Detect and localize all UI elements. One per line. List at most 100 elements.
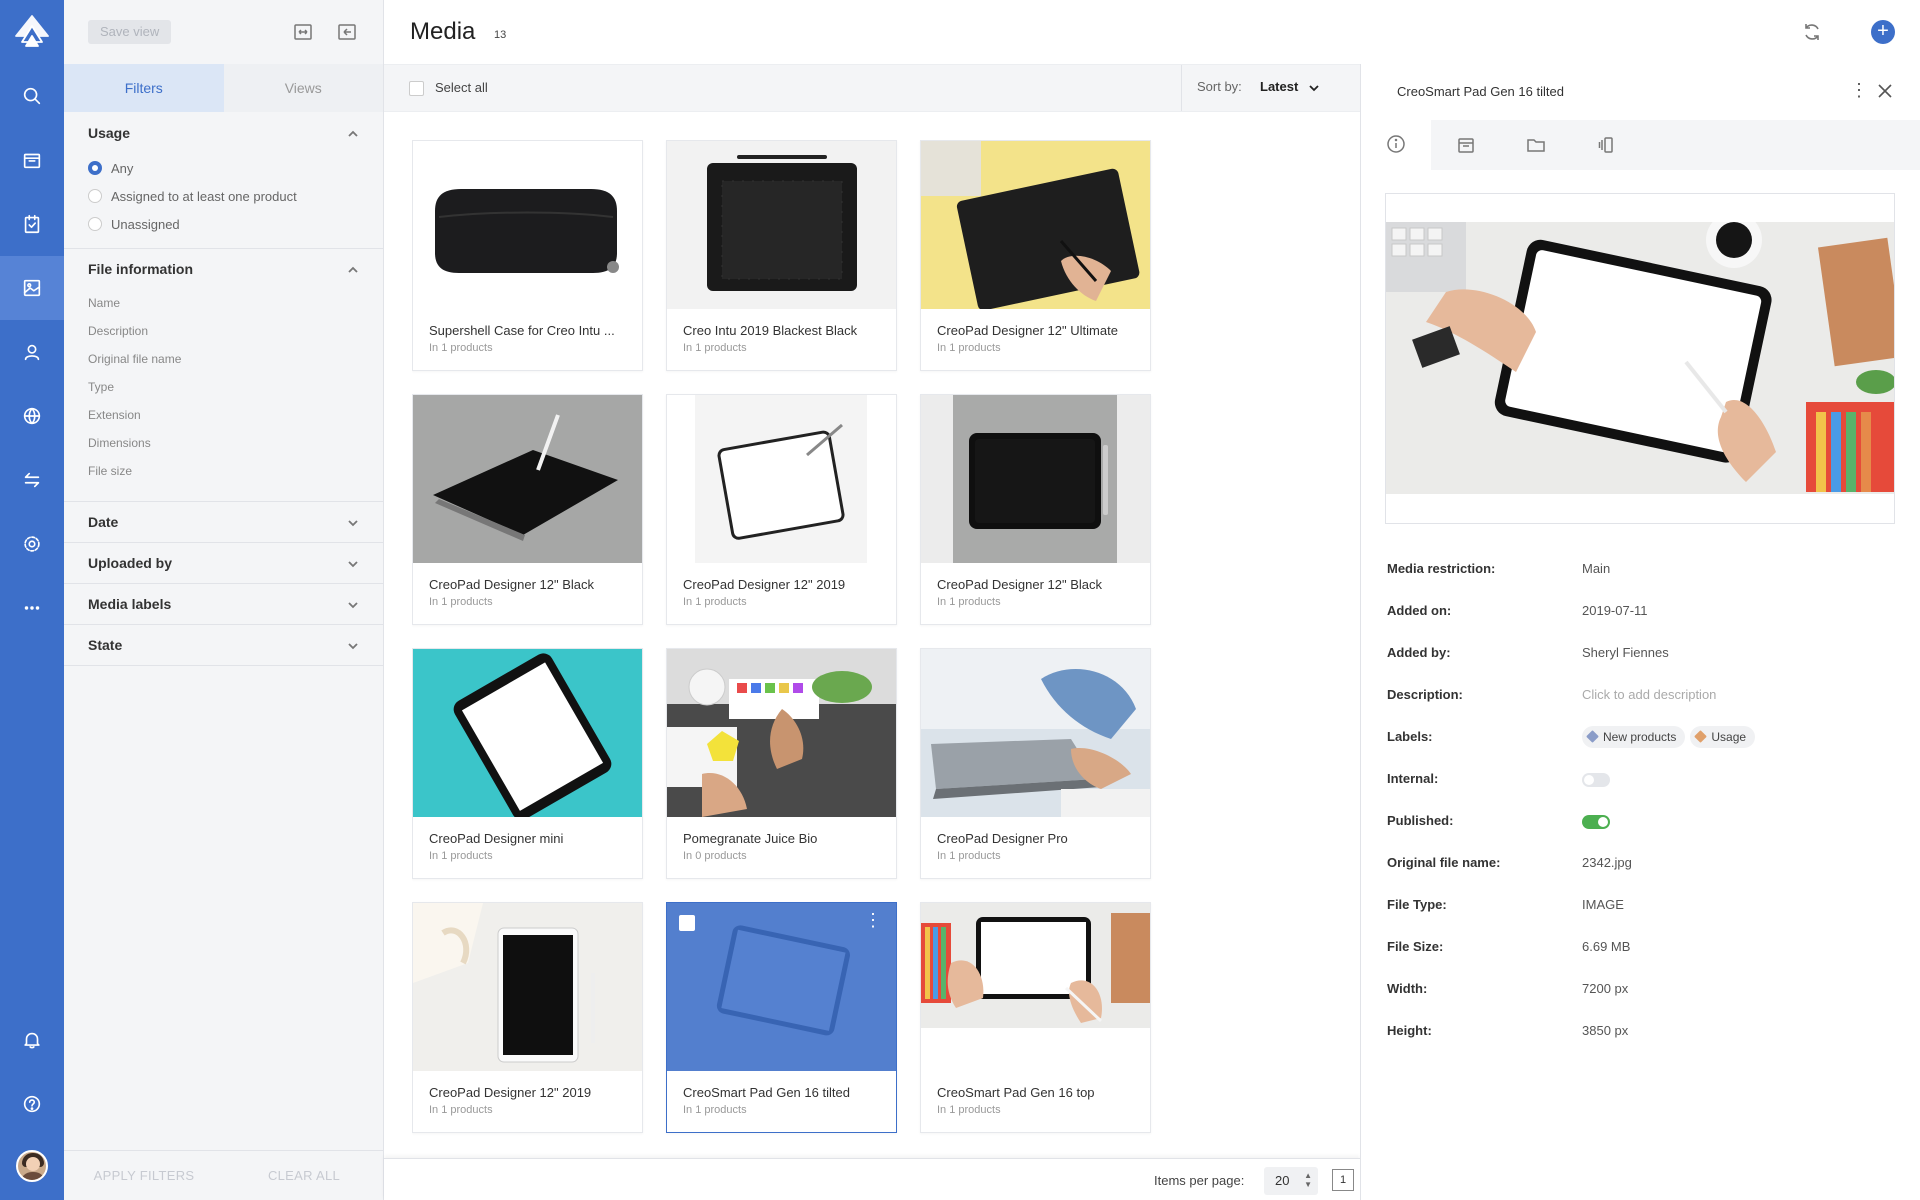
items-per-page-label: Items per page: <box>1154 1173 1245 1188</box>
select-all-checkbox[interactable] <box>409 81 424 96</box>
media-card[interactable]: CreoPad Designer Pro In 1 products <box>920 648 1151 879</box>
select-all-label[interactable]: Select all <box>435 80 488 95</box>
media-thumbnail[interactable] <box>921 395 1150 563</box>
media-card[interactable]: CreoPad Designer mini In 1 products <box>412 648 643 879</box>
media-card[interactable]: CreoPad Designer 12" Ultimate In 1 produc… <box>920 140 1151 371</box>
kebab-menu-icon[interactable]: ⋮ <box>1850 80 1868 101</box>
app-logo-icon[interactable] <box>12 12 52 52</box>
rail-tasks-icon[interactable] <box>0 192 64 256</box>
media-card[interactable]: CreoPad Designer 12" 2019 In 1 products <box>412 902 643 1133</box>
clear-all-button[interactable]: CLEAR ALL <box>224 1151 384 1200</box>
media-card-name: CreoPad Designer 12" Black <box>429 577 595 592</box>
media-thumbnail[interactable] <box>413 395 642 563</box>
file-field-size[interactable]: File size <box>64 457 383 485</box>
media-thumbnail[interactable] <box>413 649 642 817</box>
state-header[interactable]: State <box>64 625 383 665</box>
rail-globe-icon[interactable] <box>0 384 64 448</box>
rail-bell-icon[interactable] <box>0 1008 64 1072</box>
property-value: Sheryl Fiennes <box>1582 645 1669 660</box>
usage-option-assigned[interactable]: Assigned to at least one product <box>64 182 383 210</box>
expand-width-icon[interactable] <box>293 22 313 42</box>
sort-dropdown[interactable]: Latest <box>1260 79 1298 94</box>
rail-users-icon[interactable] <box>0 320 64 384</box>
file-information-header[interactable]: File information <box>64 249 383 289</box>
media-card[interactable]: CreoPad Designer 12" Black In 1 products <box>412 394 643 625</box>
media-thumbnail[interactable] <box>921 649 1150 817</box>
media-card[interactable]: CreoPad Designer 12" Black In 1 products <box>920 394 1151 625</box>
rail-more-icon[interactable] <box>0 576 64 640</box>
media-card-name: CreoPad Designer 12" 2019 <box>683 577 846 592</box>
media-card[interactable]: Pomegranate Juice Bio In 0 products <box>666 648 897 879</box>
tab-filters[interactable]: Filters <box>64 64 224 112</box>
radio-assigned[interactable] <box>88 189 102 203</box>
property-row: Width: 7200 px <box>1387 981 1628 996</box>
items-per-page-value: 20 <box>1275 1173 1290 1188</box>
apply-filters-button[interactable]: APPLY FILTERS <box>64 1151 224 1200</box>
labels-list: New products Usage <box>1582 726 1760 751</box>
tab-folder-icon[interactable] <box>1501 120 1571 170</box>
radio-any[interactable] <box>88 161 102 175</box>
page-number-button[interactable]: 1 <box>1332 1169 1354 1191</box>
label-chip[interactable]: Usage <box>1690 726 1756 748</box>
media-card[interactable]: CreoSmart Pad Gen 16 top In 1 products <box>920 902 1151 1133</box>
file-field-original-name[interactable]: Original file name <box>64 345 383 373</box>
media-card[interactable]: Supershell Case for Creo Intu ... In 1 pr… <box>412 140 643 371</box>
rail-transfer-icon[interactable] <box>0 448 64 512</box>
published-toggle[interactable] <box>1582 815 1610 829</box>
user-avatar[interactable] <box>16 1150 48 1182</box>
close-icon[interactable] <box>1876 82 1894 105</box>
tab-products-icon[interactable] <box>1431 120 1501 170</box>
media-card[interactable]: CreoPad Designer 12" 2019 In 1 products <box>666 394 897 625</box>
media-thumbnail[interactable] <box>667 141 896 309</box>
media-thumbnail[interactable] <box>413 141 642 309</box>
media-card[interactable]: ⋮ CreoSmart Pad Gen 16 tilted In 1 product… <box>666 902 897 1133</box>
rail-search-icon[interactable] <box>0 64 64 128</box>
media-thumbnail[interactable] <box>921 903 1150 1071</box>
file-field-type[interactable]: Type <box>64 373 383 401</box>
collapse-panel-icon[interactable] <box>337 22 357 42</box>
media-card-name: CreoPad Designer 12" 2019 <box>429 1085 592 1100</box>
property-row: Added on: 2019-07-11 <box>1387 603 1648 618</box>
items-per-page-select[interactable]: 20 ▲ ▼ <box>1264 1167 1318 1195</box>
selection-overlay <box>667 903 896 1071</box>
chevron-down-icon <box>347 639 359 651</box>
add-media-button[interactable]: + <box>1871 20 1895 44</box>
property-row: File Type: IMAGE <box>1387 897 1624 912</box>
file-field-dimensions[interactable]: Dimensions <box>64 429 383 457</box>
description-editable[interactable]: Click to add description <box>1582 687 1716 702</box>
usage-option-label: Unassigned <box>111 216 180 232</box>
tab-variants-icon[interactable] <box>1571 120 1641 170</box>
usage-option-unassigned[interactable]: Unassigned <box>64 210 383 238</box>
rail-media-icon[interactable] <box>0 256 64 320</box>
media-labels-header[interactable]: Media labels <box>64 584 383 624</box>
card-checkbox[interactable] <box>679 915 695 931</box>
media-thumbnail[interactable]: ⋮ <box>667 903 896 1071</box>
refresh-icon[interactable] <box>1800 20 1824 49</box>
media-card-usage: In 1 products <box>683 342 747 354</box>
property-key: Added by: <box>1387 645 1451 660</box>
file-field-extension[interactable]: Extension <box>64 401 383 429</box>
card-kebab-icon[interactable]: ⋮ <box>864 911 882 929</box>
save-view-button[interactable]: Save view <box>88 20 172 44</box>
media-thumbnail[interactable] <box>667 649 896 817</box>
media-thumbnail[interactable] <box>667 395 896 563</box>
media-card[interactable]: Creo Intu 2019 Blackest Black In 1 produc… <box>666 140 897 371</box>
radio-unassigned[interactable] <box>88 217 102 231</box>
file-field-name[interactable]: Name <box>64 289 383 317</box>
internal-toggle[interactable] <box>1582 773 1610 787</box>
stepper-arrows-icon[interactable]: ▲ ▼ <box>1304 1171 1312 1189</box>
media-thumbnail[interactable] <box>921 141 1150 309</box>
uploaded-by-header[interactable]: Uploaded by <box>64 543 383 583</box>
chevron-down-icon[interactable] <box>1308 81 1320 93</box>
tab-info-icon[interactable] <box>1361 120 1431 170</box>
media-thumbnail[interactable] <box>413 903 642 1071</box>
rail-help-icon[interactable] <box>0 1072 64 1136</box>
rail-products-icon[interactable] <box>0 128 64 192</box>
file-field-description[interactable]: Description <box>64 317 383 345</box>
label-chip[interactable]: New products <box>1582 726 1686 748</box>
usage-option-any[interactable]: Any <box>64 154 383 182</box>
tab-views[interactable]: Views <box>223 64 383 112</box>
rail-settings-gear-icon[interactable] <box>0 512 64 576</box>
date-section-header[interactable]: Date <box>64 502 383 542</box>
usage-section-header[interactable]: Usage <box>64 112 383 154</box>
